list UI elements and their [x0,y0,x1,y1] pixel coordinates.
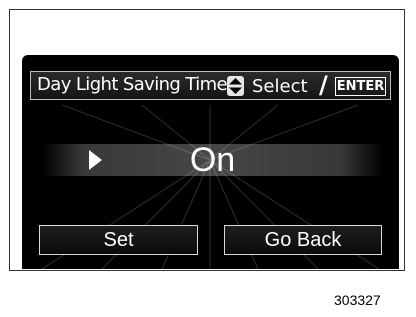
enter-key-badge: ENTER [335,77,386,96]
select-hint-label: Select [252,76,308,97]
hint-separator: / [319,71,328,99]
up-down-arrow-icon [227,76,244,96]
set-button[interactable]: Set [39,225,198,255]
display-screen: Day Light Saving Time Select / ENTER On … [22,55,399,269]
screen-title: Day Light Saving Time [37,74,228,95]
go-back-button[interactable]: Go Back [224,225,382,255]
figure-number: 303327 [334,292,381,308]
screen-header: Day Light Saving Time Select / ENTER [30,71,391,100]
option-row-selected[interactable]: On [42,141,383,179]
option-value: On [189,141,236,179]
